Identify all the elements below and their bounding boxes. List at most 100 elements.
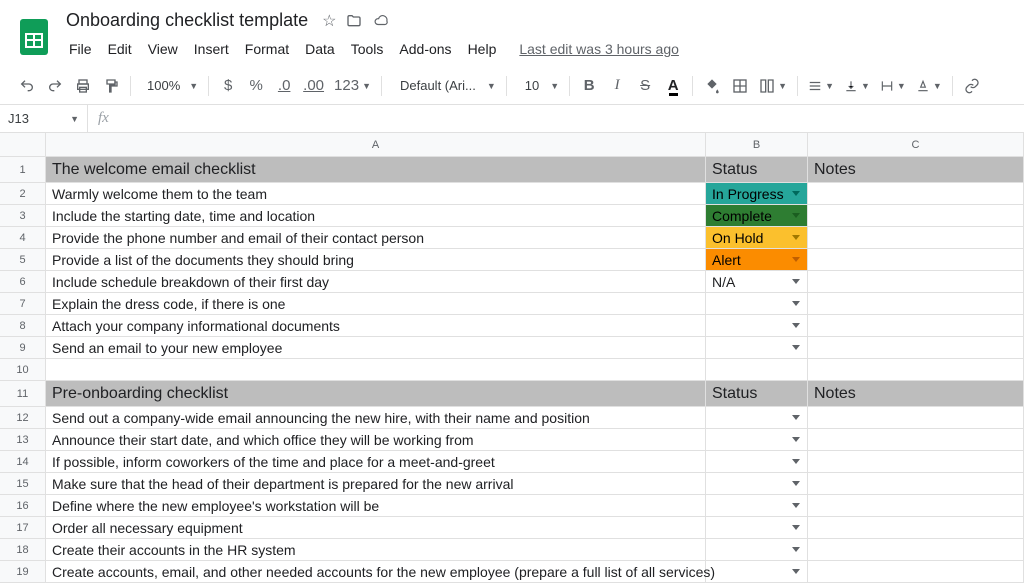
notes-cell[interactable] [808,315,1024,337]
row-header-6[interactable]: 6 [0,271,46,293]
menu-add-ons[interactable]: Add-ons [392,37,458,61]
row-header-17[interactable]: 17 [0,517,46,539]
row-header-2[interactable]: 2 [0,183,46,205]
status-cell[interactable]: Complete [706,205,808,227]
font-size-select[interactable]: 10▼ [513,73,563,99]
select-all-corner[interactable] [0,133,46,157]
task-cell[interactable]: Create their accounts in the HR system [46,539,706,561]
column-header-B[interactable]: B [706,133,808,157]
insert-link-button[interactable] [959,73,985,99]
task-cell[interactable]: Provide the phone number and email of th… [46,227,706,249]
vertical-align-button[interactable]: ▼ [840,73,874,99]
column-header-C[interactable]: C [808,133,1024,157]
section-title[interactable]: Pre-onboarding checklist [46,381,706,407]
bold-button[interactable]: B [576,73,602,99]
menu-data[interactable]: Data [298,37,342,61]
text-color-button[interactable]: A [660,73,686,99]
task-cell[interactable]: If possible, inform coworkers of the tim… [46,451,706,473]
row-header-14[interactable]: 14 [0,451,46,473]
spreadsheet-grid[interactable]: ABC1The welcome email checklistStatusNot… [0,133,1024,583]
row-header-11[interactable]: 11 [0,381,46,407]
format-currency-button[interactable]: $ [215,73,241,99]
menu-insert[interactable]: Insert [187,37,236,61]
paint-format-button[interactable] [98,73,124,99]
status-cell[interactable] [706,293,808,315]
status-cell[interactable] [706,407,808,429]
task-cell[interactable]: Make sure that the head of their departm… [46,473,706,495]
menu-edit[interactable]: Edit [101,37,139,61]
menu-tools[interactable]: Tools [344,37,391,61]
task-cell[interactable]: Send an email to your new employee [46,337,706,359]
task-cell[interactable]: Announce their start date, and which off… [46,429,706,451]
status-header[interactable]: Status [706,157,808,183]
row-header-1[interactable]: 1 [0,157,46,183]
text-rotation-button[interactable]: ▼ [912,73,946,99]
zoom-select[interactable]: 100%▼ [137,73,202,99]
status-cell[interactable] [706,429,808,451]
status-cell[interactable] [706,315,808,337]
menu-view[interactable]: View [141,37,185,61]
star-icon[interactable]: ☆ [322,11,336,31]
notes-cell[interactable] [808,183,1024,205]
row-header-8[interactable]: 8 [0,315,46,337]
borders-button[interactable] [727,73,753,99]
formula-bar[interactable] [119,105,1024,132]
row-header-18[interactable]: 18 [0,539,46,561]
notes-cell[interactable] [808,561,1024,583]
strikethrough-button[interactable]: S [632,73,658,99]
notes-cell[interactable] [808,293,1024,315]
status-cell[interactable]: N/A [706,271,808,293]
row-header-7[interactable]: 7 [0,293,46,315]
column-header-A[interactable]: A [46,133,706,157]
document-title[interactable]: Onboarding checklist template [62,8,312,33]
horizontal-align-button[interactable]: ▼ [804,73,838,99]
task-cell[interactable]: Include schedule breakdown of their firs… [46,271,706,293]
empty-cell[interactable] [808,359,1024,381]
row-header-9[interactable]: 9 [0,337,46,359]
notes-header[interactable]: Notes [808,381,1024,407]
status-header[interactable]: Status [706,381,808,407]
decrease-decimal-button[interactable]: .0 [271,73,297,99]
notes-cell[interactable] [808,249,1024,271]
last-edit-link[interactable]: Last edit was 3 hours ago [519,41,679,57]
notes-cell[interactable] [808,407,1024,429]
menu-help[interactable]: Help [461,37,504,61]
notes-cell[interactable] [808,495,1024,517]
fill-color-button[interactable] [699,73,725,99]
status-cell[interactable]: On Hold [706,227,808,249]
task-cell[interactable]: Provide a list of the documents they sho… [46,249,706,271]
status-cell[interactable] [706,451,808,473]
task-cell[interactable]: Attach your company informational docume… [46,315,706,337]
more-formats-button[interactable]: 123▼ [330,73,375,99]
status-cell[interactable] [706,337,808,359]
increase-decimal-button[interactable]: .00 [299,73,328,99]
status-cell[interactable] [706,495,808,517]
sheets-logo[interactable] [14,17,54,57]
name-box[interactable]: J13 ▼ [0,105,88,132]
print-button[interactable] [70,73,96,99]
task-cell[interactable]: Create accounts, email, and other needed… [46,561,706,583]
row-header-5[interactable]: 5 [0,249,46,271]
cloud-status-icon[interactable] [372,14,390,28]
status-cell[interactable]: In Progress [706,183,808,205]
redo-button[interactable] [42,73,68,99]
notes-cell[interactable] [808,271,1024,293]
row-header-13[interactable]: 13 [0,429,46,451]
row-header-4[interactable]: 4 [0,227,46,249]
notes-cell[interactable] [808,517,1024,539]
undo-button[interactable] [14,73,40,99]
section-title[interactable]: The welcome email checklist [46,157,706,183]
status-cell[interactable]: Alert [706,249,808,271]
row-header-19[interactable]: 19 [0,561,46,583]
notes-cell[interactable] [808,429,1024,451]
row-header-16[interactable]: 16 [0,495,46,517]
notes-cell[interactable] [808,539,1024,561]
empty-cell[interactable] [706,359,808,381]
notes-cell[interactable] [808,473,1024,495]
row-header-3[interactable]: 3 [0,205,46,227]
task-cell[interactable]: Include the starting date, time and loca… [46,205,706,227]
status-cell[interactable] [706,539,808,561]
task-cell[interactable]: Send out a company-wide email announcing… [46,407,706,429]
task-cell[interactable]: Order all necessary equipment [46,517,706,539]
status-cell[interactable] [706,561,808,583]
